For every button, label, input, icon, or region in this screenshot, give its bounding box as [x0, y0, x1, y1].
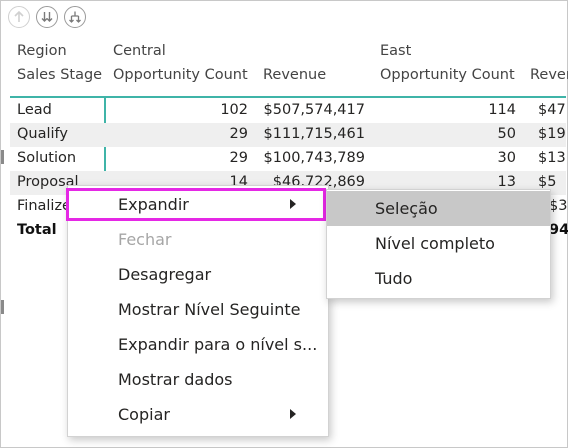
menu-item-label: Desagregar [118, 265, 212, 284]
column-header-opportunity-count[interactable]: Opportunity Count [113, 67, 248, 83]
cell-central-revenue[interactable]: $111,715,461 [260, 126, 365, 142]
expand-submenu: Seleção Nível completo Tudo [326, 189, 551, 299]
menu-item-expandir-para-o-nivel[interactable]: Expandir para o nível s... [68, 327, 328, 362]
menu-item-label: Fechar [118, 230, 172, 249]
cell-central-revenue[interactable]: $100,743,789 [260, 150, 365, 166]
cell-east-revenue[interactable]: $47 [538, 102, 566, 118]
context-menu: Expandir Fechar Desagregar Mostrar Nível… [67, 185, 329, 437]
submenu-arrow-icon [290, 409, 296, 419]
column-group-east[interactable]: East [380, 43, 411, 59]
cell-east-revenue-total: 94 [549, 222, 568, 238]
row-label-qualify[interactable]: Qualify [17, 126, 68, 142]
cell-east-count[interactable]: 13 [420, 174, 516, 190]
column-group-central[interactable]: Central [113, 43, 166, 59]
cell-central-count[interactable]: 102 [150, 102, 248, 118]
submenu-item-selecao[interactable]: Seleção [327, 191, 550, 226]
cell-central-count[interactable]: 29 [150, 126, 248, 142]
menu-item-label: Mostrar dados [118, 370, 233, 389]
menu-item-label: Copiar [118, 405, 170, 424]
row-header-region[interactable]: Region [17, 43, 67, 59]
cell-east-revenue[interactable]: $5 [538, 174, 556, 190]
menu-item-desagregar[interactable]: Desagregar [68, 257, 328, 292]
submenu-item-nivel-completo[interactable]: Nível completo [327, 226, 550, 261]
menu-item-mostrar-dados[interactable]: Mostrar dados [68, 362, 328, 397]
cell-east-count[interactable]: 114 [420, 102, 516, 118]
column-header-revenue[interactable]: Revenue [263, 67, 326, 83]
cell-east-count[interactable]: 50 [420, 126, 516, 142]
menu-item-fechar[interactable]: Fechar [68, 222, 328, 257]
cell-east-revenue[interactable]: $13 [538, 150, 566, 166]
menu-item-mostrar-nivel-seguinte[interactable]: Mostrar Nível Seguinte [68, 292, 328, 327]
row-label-solution[interactable]: Solution [17, 150, 76, 166]
menu-item-label: Expandir [118, 195, 189, 214]
row-label-total: Total [17, 222, 57, 238]
row-label-finalize[interactable]: Finalize [17, 198, 71, 214]
cell-central-count[interactable]: 29 [150, 150, 248, 166]
menu-item-expandir[interactable]: Expandir [68, 187, 328, 222]
row-header-sales-stage[interactable]: Sales Stage [17, 67, 102, 83]
header-divider [10, 96, 566, 98]
menu-item-copiar[interactable]: Copiar [68, 397, 328, 432]
column-header-revenue[interactable]: Reven [530, 67, 568, 83]
cell-east-revenue[interactable]: $19 [538, 126, 566, 142]
menu-item-label: Expandir para o nível s... [118, 335, 318, 354]
cell-central-revenue[interactable]: $507,574,417 [260, 102, 365, 118]
submenu-item-tudo[interactable]: Tudo [327, 261, 550, 296]
cell-east-revenue[interactable]: $30 [549, 198, 568, 214]
cell-east-count[interactable]: 30 [420, 150, 516, 166]
submenu-arrow-icon [290, 199, 296, 209]
row-label-lead[interactable]: Lead [17, 102, 52, 118]
column-header-opportunity-count[interactable]: Opportunity Count [380, 67, 515, 83]
menu-item-label: Mostrar Nível Seguinte [118, 300, 301, 319]
